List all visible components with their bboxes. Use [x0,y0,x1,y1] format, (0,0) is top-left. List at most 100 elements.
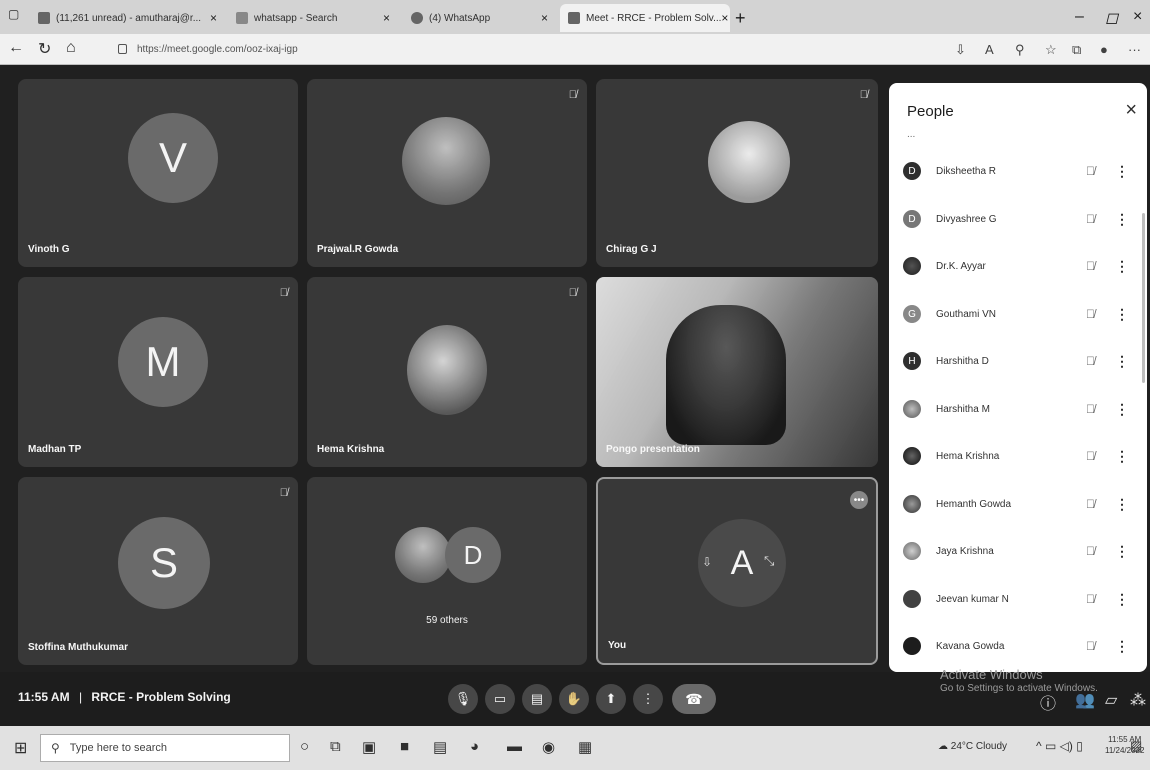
participant-name: Pongo presentation [606,444,700,455]
microphone-button[interactable]: 🎙 [448,684,478,714]
cortana-icon[interactable]: ○ [300,738,309,755]
window-menu-icon[interactable]: ▢ [8,7,19,21]
close-window-icon[interactable]: × [1133,8,1142,26]
back-icon[interactable]: ← [8,39,24,57]
download-icon[interactable]: ⇩ [955,42,966,58]
tab-meet[interactable]: Meet - RRCE - Problem Solv... × [560,4,730,32]
chrome-icon[interactable]: ◉ [542,738,555,756]
avatar [395,527,451,583]
muted-mic-icon: 🎙̸ [1086,497,1095,511]
app-icon[interactable]: ■ [400,738,409,755]
more-options-icon[interactable]: ••• [850,491,868,509]
participant-name: Jeevan kumar N [936,593,1009,605]
self-tile[interactable]: ••• A ⇩ ⤡ You [596,477,878,665]
activities-icon[interactable]: ⁂ [1130,690,1146,710]
collections-icon[interactable]: ⧉ [1072,42,1081,58]
pin-icon[interactable]: ⇩ [702,555,712,569]
app-icon[interactable]: ▤ [433,738,447,756]
tab-search[interactable]: whatsapp - Search × [228,4,398,32]
notifications-icon[interactable]: ▨ [1130,738,1142,754]
participant-row[interactable]: D Divyashree G 🎙̸ ⋮ [903,199,1135,239]
participant-row[interactable]: Kavana Gowda 🎙̸ ⋮ [903,626,1135,666]
more-menu-icon[interactable]: ··· [1128,42,1141,57]
participant-tile[interactable]: 🎙̸ Hema Krishna [307,277,587,467]
windows-start-icon[interactable]: ⊞ [14,738,27,758]
captions-button[interactable]: ▤ [522,684,552,714]
participant-row[interactable]: G Gouthami VN 🎙̸ ⋮ [903,294,1135,334]
muted-mic-icon: 🎙̸ [1086,402,1095,416]
app-icon[interactable]: ▦ [578,738,592,756]
others-count: 59 others [426,615,468,626]
participant-row[interactable]: Jeevan kumar N 🎙̸ ⋮ [903,579,1135,619]
raise-hand-button[interactable]: ✋ [559,684,589,714]
tab-whatsapp[interactable]: (4) WhatsApp × [403,4,556,32]
more-options-icon[interactable]: ⋮ [1115,258,1129,275]
more-options-icon[interactable]: ⋮ [1115,306,1129,323]
edge-icon[interactable]: ◕ [470,738,479,755]
participant-name: Jaya Krishna [936,545,994,557]
participant-row[interactable]: H Harshitha D 🎙̸ ⋮ [903,341,1135,381]
leave-call-button[interactable]: ☎ [672,684,716,714]
avatar: H [903,352,921,370]
close-tab-icon[interactable]: × [210,11,217,25]
app-icon[interactable]: ▣ [362,738,376,756]
participant-name: Hemanth Gowda [936,498,1012,510]
close-tab-icon[interactable]: × [383,11,390,25]
others-tile[interactable]: D 59 others [307,477,587,665]
participant-tile[interactable]: 🎙̸ Chirag G J [596,79,878,267]
participant-tile[interactable]: V Vinoth G [18,79,298,267]
refresh-icon[interactable]: ↻ [38,39,51,59]
camera-button[interactable]: ▭ [485,684,515,714]
more-options-icon[interactable]: ⋮ [1115,448,1129,465]
participant-tile[interactable]: 🎙̸ M Madhan TP [18,277,298,467]
panel-scrollbar[interactable] [1142,213,1145,383]
more-options-icon[interactable]: ⋮ [1115,401,1129,418]
participant-row[interactable]: Hema Krishna 🎙̸ ⋮ [903,436,1135,476]
extensions-icon[interactable]: ⚲ [1015,42,1025,58]
tab-email[interactable]: (11,261 unread) - amutharaj@r... × [30,4,225,32]
home-icon[interactable]: ⌂ [66,39,76,57]
participant-name: Dikshеetha R [936,165,997,177]
close-tab-icon[interactable]: × [541,11,548,25]
chat-icon[interactable]: ▱ [1105,690,1117,710]
file-explorer-icon[interactable]: ▬ [507,738,522,755]
participant-row[interactable]: Harshitha M 🎙̸ ⋮ [903,389,1135,429]
presenter-video-tile[interactable]: Pongo presentation [596,277,878,467]
profile-icon[interactable]: ● [1100,42,1108,57]
participant-row[interactable]: Jaya Krishna 🎙̸ ⋮ [903,531,1135,571]
close-icon[interactable]: × [1125,99,1137,122]
read-aloud-icon[interactable]: A [985,42,994,57]
weather-widget[interactable]: ☁ 24°C Cloudy [938,741,1007,752]
more-options-icon[interactable]: ⋮ [1115,496,1129,513]
participant-tile[interactable]: 🎙̸ Prajwal.R Gowda [307,79,587,267]
maximize-icon[interactable]: ◻ [1105,8,1118,28]
system-tray-icons[interactable]: ^ ▭ ◁) ▯ [1036,739,1083,753]
windows-taskbar: ⊞ ⚲ Type here to search ○ ⧉ ▣ ■ ▤ ◕ ▬ ◉ … [0,726,1150,770]
more-options-button[interactable]: ⋮ [633,684,663,714]
tab-label: Meet - RRCE - Problem Solv... [586,12,722,24]
participant-row[interactable]: Dr.K. Ayyar 🎙̸ ⋮ [903,246,1135,286]
more-options-icon[interactable]: ⋮ [1115,163,1129,180]
participant-name: You [608,640,627,651]
taskbar-search[interactable]: ⚲ Type here to search [40,734,290,762]
avatar: V [128,113,218,203]
more-options-icon[interactable]: ⋮ [1115,353,1129,370]
favorites-icon[interactable]: ☆ [1045,42,1057,58]
participant-row[interactable]: Hemanth Gowda 🎙̸ ⋮ [903,484,1135,524]
new-tab-button[interactable]: + [735,8,746,29]
participant-tile[interactable]: 🎙̸ S Stoffina Muthukumar [18,477,298,665]
url-text: https://meet.google.com/ooz-ixaj-igp [137,43,298,55]
more-options-icon[interactable]: ⋮ [1115,543,1129,560]
muted-mic-icon: 🎙̸ [1086,639,1095,653]
minimize-icon[interactable]: – [1075,8,1084,26]
participant-row[interactable]: D Dikshеetha R 🎙̸ ⋮ [903,151,1135,191]
task-view-icon[interactable]: ⧉ [330,738,341,755]
url-field[interactable]: https://meet.google.com/ooz-ixaj-igp [118,39,938,59]
more-options-icon[interactable]: ⋮ [1115,211,1129,228]
close-tab-icon[interactable]: × [721,11,728,25]
more-options-icon[interactable]: ⋮ [1115,638,1129,655]
minimize-tile-icon[interactable]: ⤡ [764,553,774,569]
participant-name: Harshitha D [936,355,989,367]
more-options-icon[interactable]: ⋮ [1115,591,1129,608]
present-button[interactable]: ⬆ [596,684,626,714]
